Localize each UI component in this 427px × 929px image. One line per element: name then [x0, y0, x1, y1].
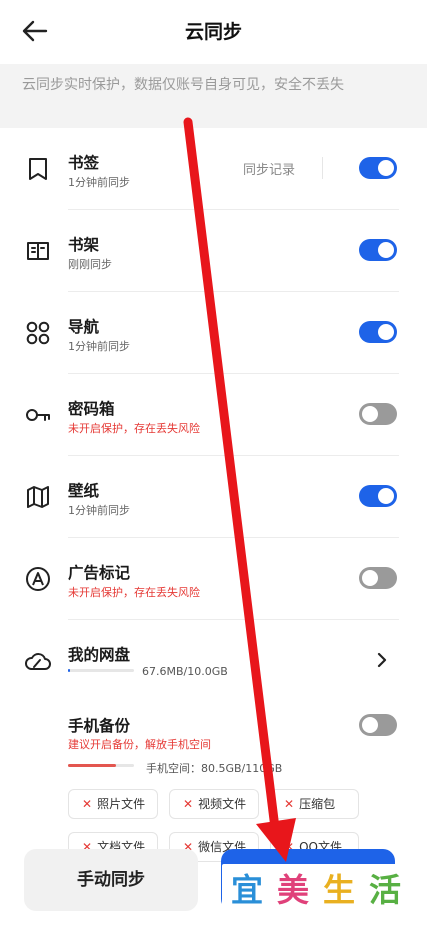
- ad-mark-toggle[interactable]: [359, 567, 397, 589]
- sync-item-label: 壁纸: [68, 482, 100, 500]
- phone-backup-label: 手机备份: [68, 717, 131, 735]
- bookshelf-icon: [27, 242, 49, 260]
- backup-chip-archives[interactable]: ✕ 压缩包: [270, 789, 359, 819]
- cloud-icon: [25, 653, 51, 670]
- cloud-disk-usage-bar: [68, 669, 134, 672]
- sync-item-label: 密码箱: [68, 400, 115, 418]
- watermark-char: 宜: [230, 871, 263, 909]
- phone-backup-row: 手机备份 建议开启备份，解放手机空间 手机空间：80.5GB/110GB: [0, 702, 427, 782]
- sync-item-warning: 未开启保护，存在丢失风险: [68, 586, 200, 599]
- phone-space-usage: 手机空间：80.5GB/110GB: [146, 762, 283, 775]
- watermark-char: 活: [368, 871, 401, 909]
- sync-item-status: 刚刚同步: [68, 258, 112, 271]
- password-box-toggle[interactable]: [359, 403, 397, 425]
- cloud-disk-usage: 67.6MB/10.0GB: [142, 665, 228, 678]
- grid-icon: [26, 321, 50, 345]
- sync-item-status: 1分钟前同步: [68, 176, 130, 189]
- manual-sync-button[interactable]: 手动同步: [24, 849, 198, 911]
- bookshelf-toggle[interactable]: [359, 239, 397, 261]
- navigation-toggle[interactable]: [359, 321, 397, 343]
- cloud-disk-label: 我的网盘: [68, 646, 131, 664]
- ad-mark-icon: [26, 567, 50, 591]
- sync-item-label: 书签: [68, 154, 100, 172]
- bookmark-icon: [29, 158, 47, 180]
- cloud-disk-row[interactable]: 我的网盘 67.6MB/10.0GB: [0, 620, 427, 702]
- sync-item-label: 导航: [68, 318, 100, 336]
- phone-backup-hint: 建议开启备份，解放手机空间: [68, 738, 211, 751]
- key-icon: [26, 409, 50, 421]
- sync-item-status: 1分钟前同步: [68, 504, 130, 517]
- close-icon: ✕: [284, 797, 295, 811]
- backup-chip-photos[interactable]: ✕ 照片文件: [68, 789, 158, 819]
- wallpaper-toggle[interactable]: [359, 485, 397, 507]
- sync-record-link[interactable]: 同步记录: [243, 159, 295, 178]
- close-icon: ✕: [183, 797, 194, 811]
- sync-item-ad-mark: 广告标记 未开启保护，存在丢失风险: [0, 538, 427, 620]
- backup-chip-videos[interactable]: ✕ 视频文件: [169, 789, 259, 819]
- sync-item-password-box: 密码箱 未开启保护，存在丢失风险: [0, 374, 427, 456]
- sync-notice: 云同步实时保护，数据仅账号自身可见，安全不丢失: [0, 64, 427, 128]
- chevron-right-icon: [377, 652, 387, 668]
- sync-item-label: 书架: [68, 236, 100, 254]
- page-title: 云同步: [184, 21, 242, 43]
- sync-item-status: 1分钟前同步: [68, 340, 130, 353]
- map-icon: [27, 486, 49, 508]
- watermark-logo: 宜 美 生 活: [222, 864, 410, 916]
- header: 云同步: [0, 0, 427, 62]
- sync-item-warning: 未开启保护，存在丢失风险: [68, 422, 200, 435]
- bookmarks-toggle[interactable]: [359, 157, 397, 179]
- sync-item-navigation: 导航 1分钟前同步: [0, 292, 427, 374]
- phone-space-bar: [68, 764, 134, 767]
- sync-item-wallpaper: 壁纸 1分钟前同步: [0, 456, 427, 538]
- close-icon: ✕: [82, 797, 93, 811]
- sync-item-bookmarks: 书签 1分钟前同步: [0, 128, 427, 210]
- watermark-char: 美: [276, 871, 309, 909]
- phone-backup-toggle[interactable]: [359, 714, 397, 736]
- sync-item-label: 广告标记: [68, 564, 131, 582]
- sync-item-bookshelf: 书架 刚刚同步: [0, 210, 427, 292]
- watermark-char: 生: [322, 871, 355, 909]
- divider: [322, 157, 323, 179]
